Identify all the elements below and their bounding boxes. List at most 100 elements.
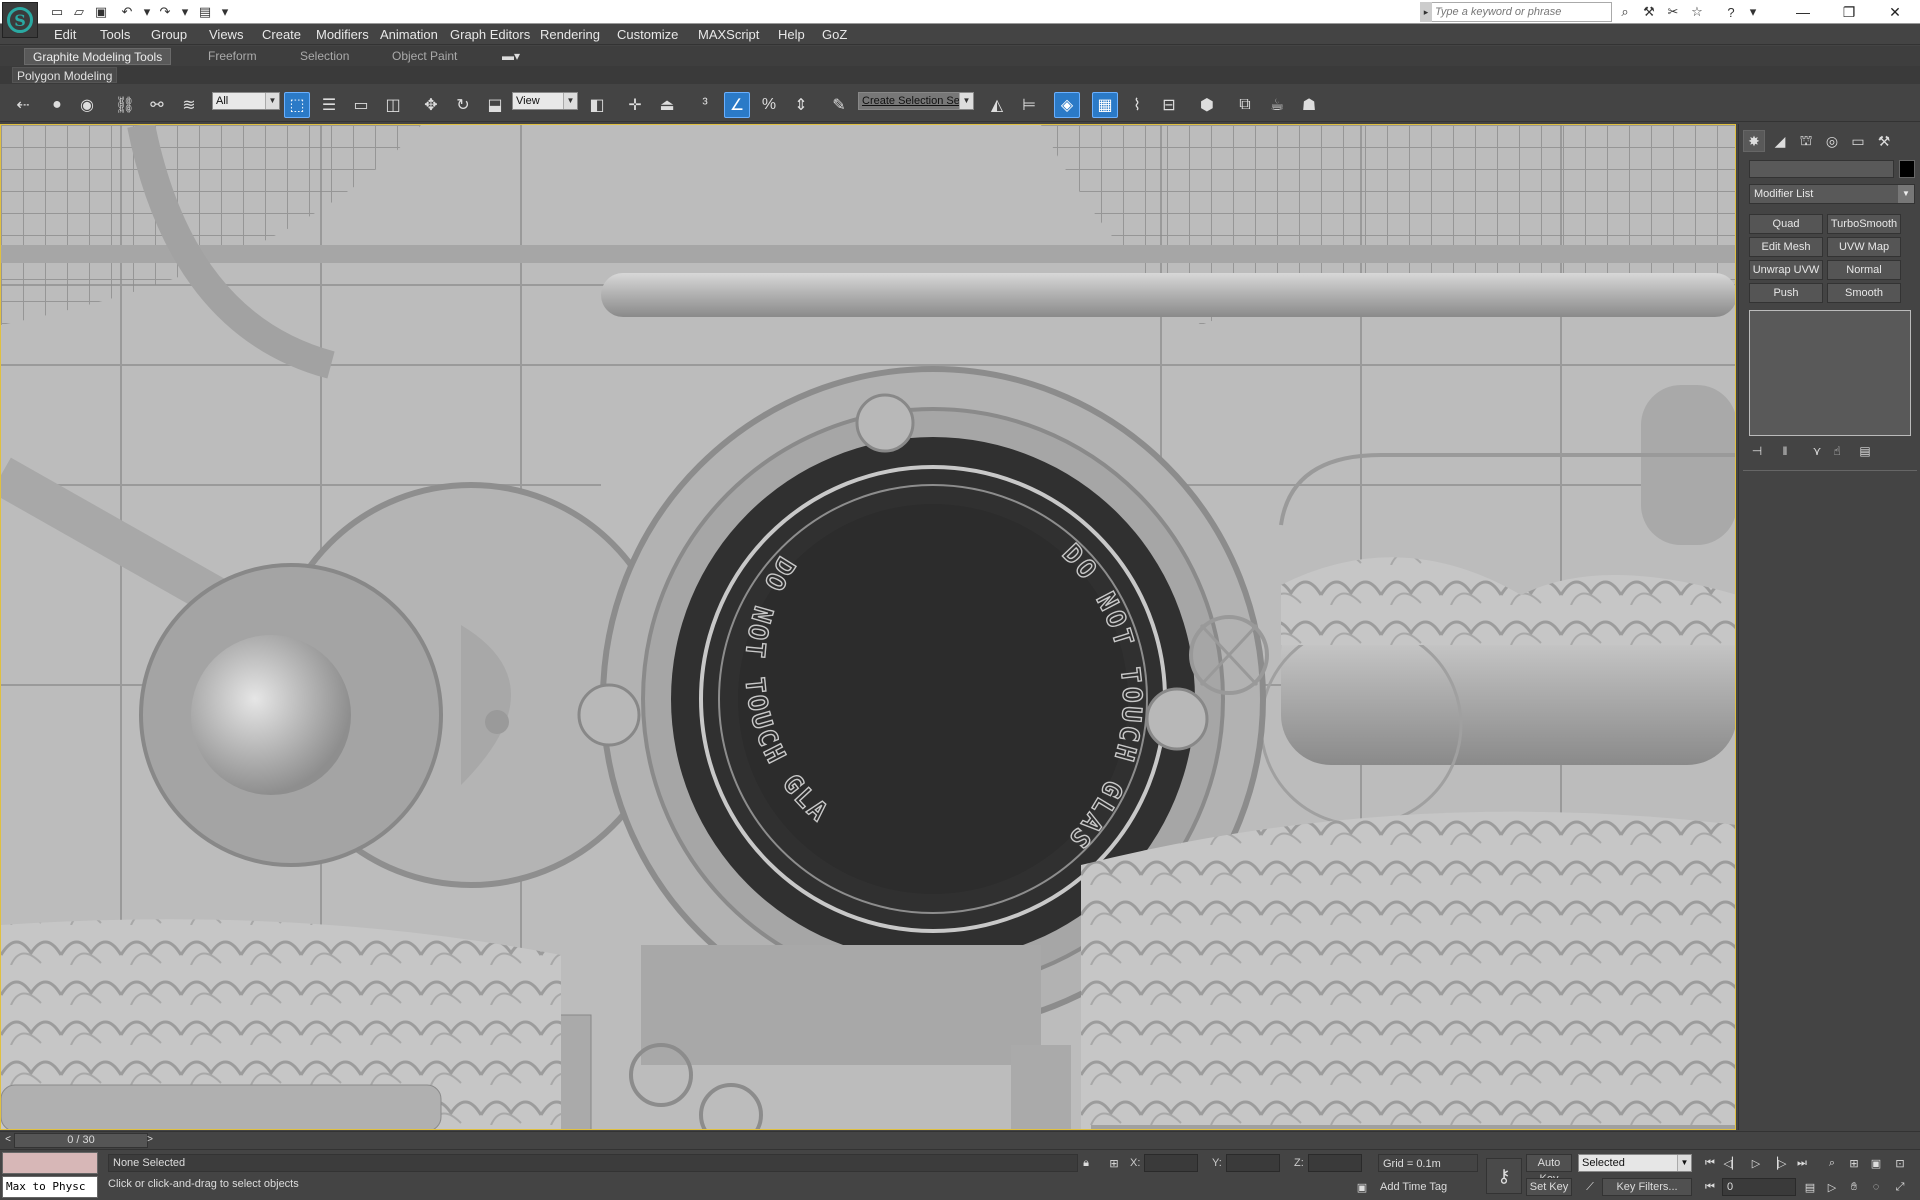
schematic-view-icon[interactable]: ⊟ xyxy=(1156,92,1182,118)
link-icon[interactable]: ⛓ xyxy=(112,92,138,118)
time-slider-prev[interactable]: < xyxy=(2,1133,14,1148)
menu-goz[interactable]: GoZ xyxy=(822,27,847,42)
modifier-smooth-button[interactable]: Smooth xyxy=(1827,283,1901,303)
communication-center-icon[interactable]: ✂ xyxy=(1664,3,1682,21)
time-tag-icon[interactable]: ▣ xyxy=(1352,1178,1372,1196)
menu-animation[interactable]: Animation xyxy=(380,27,438,42)
coord-y-field[interactable] xyxy=(1226,1154,1280,1172)
help-icon[interactable]: ? xyxy=(1722,3,1740,21)
menu-tools[interactable]: Tools xyxy=(100,27,130,42)
reference-coordinate-dropdown[interactable]: View ▼ xyxy=(512,92,578,110)
utilities-tab-hammer-icon[interactable]: ⚒ xyxy=(1873,130,1895,152)
auto-key-button[interactable]: Auto Key xyxy=(1526,1154,1572,1185)
key-filters-button[interactable]: Key Filters... xyxy=(1602,1178,1692,1196)
unlink-icon[interactable]: ⚯ xyxy=(144,92,170,118)
open-file-icon[interactable]: ▱ xyxy=(70,3,88,21)
orbit-icon[interactable]: ◌ xyxy=(1866,1178,1886,1196)
modifier-quad-chamfer-button[interactable]: Quad Chamfer xyxy=(1749,214,1823,248)
set-key-button[interactable]: Set Key xyxy=(1526,1178,1572,1196)
previous-frame-icon[interactable]: ◁▏ xyxy=(1722,1154,1742,1172)
rotate-icon[interactable]: ↻ xyxy=(450,92,476,118)
application-menu-button[interactable]: S xyxy=(2,2,38,38)
field-of-view-icon[interactable]: ▷ xyxy=(1822,1178,1842,1196)
maximize-viewport-icon[interactable]: ⤢ xyxy=(1890,1178,1910,1196)
modifier-unwrap-uvw-button[interactable]: Unwrap UVW xyxy=(1749,260,1823,280)
close-icon[interactable]: ✕ xyxy=(1872,0,1918,24)
redo-dropdown-icon[interactable]: ▾ xyxy=(176,3,194,21)
binoculars-icon[interactable]: ⌕ xyxy=(1616,3,1634,21)
sphere-icon[interactable]: ● xyxy=(44,92,70,118)
hierarchy-tab-icon[interactable]: ⛫ xyxy=(1795,130,1817,152)
key-mode-dropdown[interactable]: Selected ▼ xyxy=(1578,1154,1692,1172)
modifier-push-button[interactable]: Push xyxy=(1749,283,1823,303)
new-file-icon[interactable]: ▭ xyxy=(48,3,66,21)
search-input[interactable]: Type a keyword or phrase xyxy=(1420,2,1612,22)
edit-named-selection-icon[interactable]: ✎ xyxy=(826,92,852,118)
pin-stack-icon[interactable]: ⊣ xyxy=(1747,442,1767,460)
subscription-icon[interactable]: ⚒ xyxy=(1640,3,1658,21)
material-editor-icon[interactable]: ⬢ xyxy=(1194,92,1220,118)
object-color-swatch[interactable] xyxy=(1899,160,1915,178)
tab-object-paint[interactable]: Object Paint xyxy=(384,48,465,65)
modifier-list-dropdown[interactable]: Modifier List ▼ xyxy=(1749,184,1915,204)
pivot-center-icon[interactable]: ◧ xyxy=(584,92,610,118)
window-crossing-icon[interactable]: ◫ xyxy=(380,92,406,118)
favorites-star-icon[interactable]: ☆ xyxy=(1688,3,1706,21)
search-expand-icon[interactable]: ▸ xyxy=(1420,2,1432,22)
show-end-result-icon[interactable]: ‖ xyxy=(1775,442,1795,460)
undo-icon[interactable]: ↶ xyxy=(118,3,136,21)
go-to-end-icon[interactable]: ⏭ xyxy=(1792,1154,1812,1172)
remove-modifier-icon[interactable]: ☝ xyxy=(1827,442,1847,460)
absolute-mode-icon[interactable]: ⊞ xyxy=(1104,1154,1124,1172)
undo-dropdown-icon[interactable]: ▾ xyxy=(138,3,156,21)
manipulate-icon[interactable]: ✛ xyxy=(622,92,648,118)
percent-snap-icon[interactable]: % xyxy=(756,92,782,118)
configure-modifier-sets-icon[interactable]: ▤ xyxy=(1855,442,1875,460)
time-configuration-icon[interactable]: ▤ xyxy=(1800,1178,1820,1196)
minimize-icon[interactable]: — xyxy=(1780,0,1826,24)
menu-create[interactable]: Create xyxy=(262,27,301,42)
menu-graph-editors[interactable]: Graph Editors xyxy=(450,27,530,42)
render-production-icon[interactable]: ☗ xyxy=(1296,92,1322,118)
redo-icon[interactable]: ↷ xyxy=(156,3,174,21)
menu-edit[interactable]: Edit xyxy=(54,27,76,42)
scene-explorer-icon[interactable]: ▦ xyxy=(1092,92,1118,118)
zoom-extents-icon[interactable]: ▣ xyxy=(1866,1154,1886,1172)
key-tangent-icon[interactable]: ⟋ xyxy=(1580,1178,1600,1196)
time-slider[interactable]: 0 / 30 xyxy=(14,1133,148,1148)
maxscript-listener-output[interactable] xyxy=(2,1152,98,1174)
add-time-tag-button[interactable]: Add Time Tag xyxy=(1380,1181,1447,1193)
menu-views[interactable]: Views xyxy=(209,27,243,42)
toolbar-handle-icon[interactable]: ⇠ xyxy=(10,92,36,118)
menu-maxscript[interactable]: MAXScript xyxy=(698,27,759,42)
set-keys-key-icon[interactable]: ⚷ xyxy=(1486,1158,1522,1194)
polygon-modeling-panel[interactable]: Polygon Modeling xyxy=(12,67,118,83)
align-icon[interactable]: ⊨ xyxy=(1016,92,1042,118)
material-sphere-icon[interactable]: ◉ xyxy=(74,92,100,118)
scale-icon[interactable]: ⬓ xyxy=(482,92,508,118)
curve-editor-icon[interactable]: ⌇ xyxy=(1124,92,1150,118)
zoom-icon[interactable]: ⌕ xyxy=(1822,1154,1842,1172)
bind-space-warp-icon[interactable]: ≋ xyxy=(176,92,202,118)
save-file-icon[interactable]: ▣ xyxy=(92,3,110,21)
quick-access-dropdown-icon[interactable]: ▾ xyxy=(216,3,234,21)
zoom-extents-all-icon[interactable]: ⊡ xyxy=(1890,1154,1910,1172)
menu-help[interactable]: Help xyxy=(778,27,805,42)
modifier-uvw-map-button[interactable]: UVW Map xyxy=(1827,237,1901,257)
pan-view-hand-icon[interactable]: ✋︎ xyxy=(1844,1178,1864,1196)
select-by-name-icon[interactable]: ☰ xyxy=(316,92,342,118)
move-icon[interactable]: ✥ xyxy=(418,92,444,118)
object-name-field[interactable] xyxy=(1749,160,1894,178)
restore-icon[interactable]: ❐ xyxy=(1826,0,1872,24)
project-folder-icon[interactable]: ▤ xyxy=(196,3,214,21)
tab-freeform[interactable]: Freeform xyxy=(200,48,265,65)
coord-x-field[interactable] xyxy=(1144,1154,1198,1172)
rectangular-selection-icon[interactable]: ▭ xyxy=(348,92,374,118)
help-dropdown-icon[interactable]: ▾ xyxy=(1744,3,1762,21)
play-icon[interactable]: ▷ xyxy=(1746,1154,1766,1172)
key-mode-toggle-icon[interactable]: ⏮ xyxy=(1700,1178,1720,1196)
time-slider-next[interactable]: > xyxy=(144,1133,156,1148)
coord-z-field[interactable] xyxy=(1308,1154,1362,1172)
keyboard-shortcut-icon[interactable]: ⏏ xyxy=(654,92,680,118)
go-to-start-icon[interactable]: ⏮ xyxy=(1700,1154,1720,1172)
